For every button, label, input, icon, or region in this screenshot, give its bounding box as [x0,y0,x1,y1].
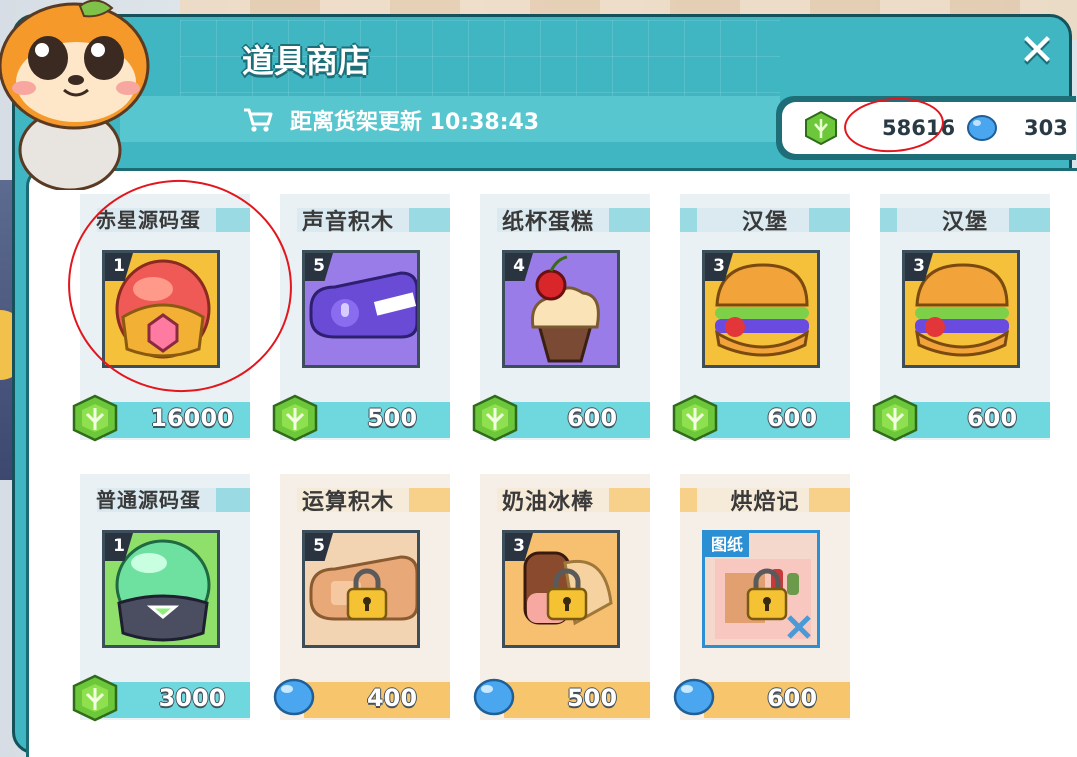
item-name: 汉堡 [741,210,788,235]
bean-price-icon [673,678,715,716]
item-price: 600 [766,404,818,432]
annotation-circle [842,94,946,156]
item-name: 声音积木 [302,210,395,235]
bean-price-icon [273,678,315,716]
item-price: 600 [766,684,818,712]
close-button[interactable]: ✕ [1014,28,1060,74]
gem-price-icon [672,394,718,442]
shop-item-card[interactable]: 奶油冰棒 3 500 [473,474,650,720]
bean-balance: 303 [1024,116,1068,140]
gem-price-icon [72,674,118,722]
gem-price-icon [72,394,118,442]
item-price: 600 [566,404,618,432]
item-name: 奶油冰棒 [502,490,595,515]
cart-icon [244,108,273,132]
gem-price-icon [272,394,318,442]
refresh-timer: 距离货架更新 10:38:43 [242,104,539,136]
blueprint-tag: 图纸 [705,533,750,557]
shop-item-card[interactable]: 汉堡 3 600 [672,194,850,442]
shop-item-card[interactable]: 纸杯蛋糕 4 600 [472,194,650,442]
shop-item-card[interactable]: 汉堡 3 600 [872,194,1050,442]
shop-item-card[interactable]: 运算积木 5 400 [273,474,450,720]
item-price: 3000 [158,684,226,712]
item-icon: 3 [502,530,620,648]
item-icon: 5 [302,530,420,648]
refresh-countdown: 距离货架更新 10:38:43 [290,110,540,135]
item-price: 500 [366,404,418,432]
shop-item-card[interactable]: 声音积木 5 500 [272,194,450,442]
item-price: 16000 [150,404,234,432]
item-icon: 1 [102,530,220,648]
lock-icon [345,567,389,621]
item-icon: 图纸 [702,530,820,648]
item-name: 普通源码蛋 [96,488,201,512]
item-price: 500 [566,684,618,712]
item-name: 运算积木 [302,490,395,515]
item-price: 600 [966,404,1018,432]
item-price: 400 [366,684,418,712]
shop-title: 道具商店 [242,42,371,80]
bean-icon [967,115,997,141]
gem-price-icon [472,394,518,442]
mascot-avatar [0,0,150,190]
gem-icon [805,111,837,145]
item-icon: 5 [302,250,420,368]
currency-bar: 58616 303 [776,94,1076,160]
item-icon: 3 [902,250,1020,368]
item-name: 烘焙记 [730,490,800,515]
shop-item-card[interactable]: 烘焙记 图纸 600 [673,474,850,720]
lock-icon [545,567,589,621]
bean-price-icon [473,678,515,716]
gem-price-icon [872,394,918,442]
item-icon: 4 [502,250,620,368]
shop-item-card[interactable]: 普通源码蛋 1 3000 [72,474,250,722]
item-name: 汉堡 [941,210,988,235]
item-name: 纸杯蛋糕 [502,210,595,235]
item-icon: 3 [702,250,820,368]
lock-icon [745,567,789,621]
